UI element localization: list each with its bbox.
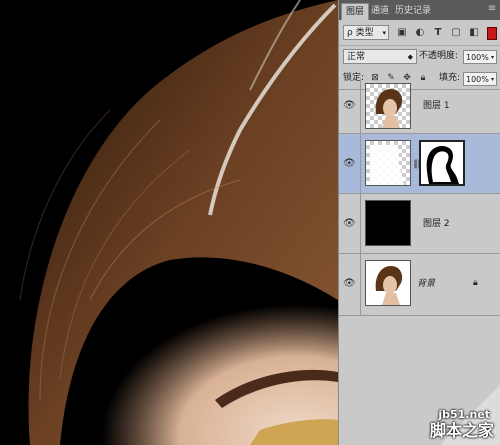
- chevron-down-icon: ▾: [382, 29, 386, 37]
- eye-icon[interactable]: 👁︎: [343, 219, 357, 229]
- opacity-label: 不透明度:: [419, 51, 459, 61]
- panel-menu-icon[interactable]: ≡: [486, 3, 498, 15]
- layer-row-divider: [360, 78, 361, 133]
- photo-artwork: [0, 0, 338, 445]
- panel-tab-bar: 图层 通道 历史记录 ≡: [339, 0, 500, 20]
- blend-mode-value: 正常: [347, 52, 366, 62]
- watermark-site-name: 脚本之家: [429, 421, 494, 440]
- eye-icon[interactable]: 👁︎: [343, 101, 357, 111]
- filter-toggle-switch[interactable]: [487, 27, 497, 40]
- type-filter-icon[interactable]: T: [431, 26, 445, 39]
- layer-row-divider: [360, 254, 361, 315]
- layer-row-layer-2[interactable]: 👁︎ 图层 2: [339, 194, 500, 254]
- layer-kind-select[interactable]: ρ 类型 ▾: [343, 25, 389, 40]
- layer-kind-label: ρ 类型: [347, 28, 374, 38]
- eye-icon[interactable]: 👁︎: [343, 279, 357, 289]
- tab-history[interactable]: 历史记录: [391, 3, 435, 20]
- blend-mode-select[interactable]: 正常 ◆: [343, 49, 417, 64]
- layer-thumbnail: [365, 260, 411, 306]
- tab-channels[interactable]: 通道: [367, 3, 393, 20]
- layer-row-divider: [360, 134, 361, 193]
- filter-row: ρ 类型 ▾ ▣ ◐ T ▢ ◧: [339, 20, 500, 46]
- layer-row-background[interactable]: 👁︎ 背景 🔒︎: [339, 254, 500, 316]
- shape-filter-icon[interactable]: ▢: [449, 26, 463, 39]
- layer-mask-thumbnail[interactable]: [419, 140, 465, 186]
- layers-panel: 图层 通道 历史记录 ≡ ρ 类型 ▾ ▣ ◐ T ▢ ◧ 正常 ◆ 不透明度:…: [338, 0, 500, 445]
- layer-row-divider: [360, 194, 361, 253]
- smart-object-filter-icon[interactable]: ◧: [467, 26, 481, 39]
- layer-name[interactable]: 背景: [417, 278, 435, 290]
- chevron-down-icon: ◆: [407, 53, 413, 61]
- adjustment-filter-icon[interactable]: ◐: [413, 26, 427, 39]
- image-filter-icon[interactable]: ▣: [395, 26, 409, 39]
- opacity-value: 100%: [466, 53, 489, 62]
- layer-row-masked[interactable]: 👁︎ ⛓︎: [339, 134, 500, 194]
- document-canvas[interactable]: [0, 0, 338, 445]
- chevron-down-icon: ▾: [490, 54, 494, 61]
- layer-name[interactable]: 图层 2: [423, 218, 450, 230]
- opacity-field[interactable]: 100% ▾: [463, 50, 497, 64]
- eye-icon[interactable]: 👁︎: [343, 159, 357, 169]
- layer-thumbnail: [365, 83, 411, 129]
- lock-icon: 🔒︎: [473, 278, 478, 288]
- tab-layers[interactable]: 图层: [341, 3, 370, 20]
- blend-row: 正常 ◆ 不透明度: 100% ▾: [339, 46, 500, 68]
- layer-thumbnail: [365, 140, 411, 186]
- layer-name[interactable]: 图层 1: [423, 100, 450, 112]
- layer-row-layer-1[interactable]: 👁︎ 图层 1: [339, 78, 500, 134]
- layer-thumbnail: [365, 200, 411, 246]
